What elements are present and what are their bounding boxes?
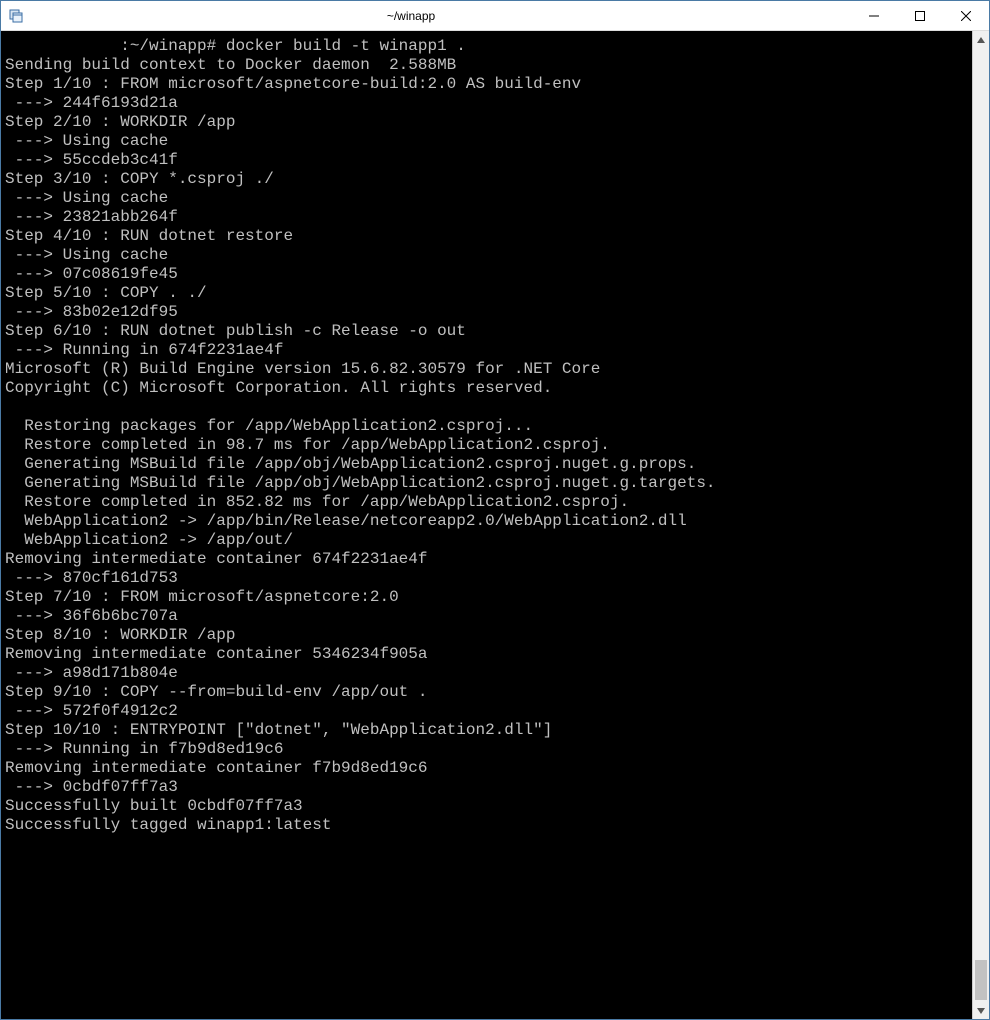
scrollbar-track[interactable] [973,48,989,1002]
app-icon [1,8,31,24]
scrollbar-thumb[interactable] [975,960,987,1000]
close-button[interactable] [943,1,989,30]
app-window: ~/winapp :~/winapp# docker build -t wina… [0,0,990,1020]
content-area: :~/winapp# docker build -t winapp1 . Sen… [1,31,989,1019]
terminal[interactable]: :~/winapp# docker build -t winapp1 . Sen… [1,31,972,1019]
titlebar[interactable]: ~/winapp [1,1,989,31]
maximize-button[interactable] [897,1,943,30]
window-controls [851,1,989,30]
window-title: ~/winapp [31,9,851,23]
vertical-scrollbar[interactable] [972,31,989,1019]
scroll-down-button[interactable] [973,1002,989,1019]
terminal-output: :~/winapp# docker build -t winapp1 . Sen… [5,37,968,835]
minimize-button[interactable] [851,1,897,30]
scroll-up-button[interactable] [973,31,989,48]
